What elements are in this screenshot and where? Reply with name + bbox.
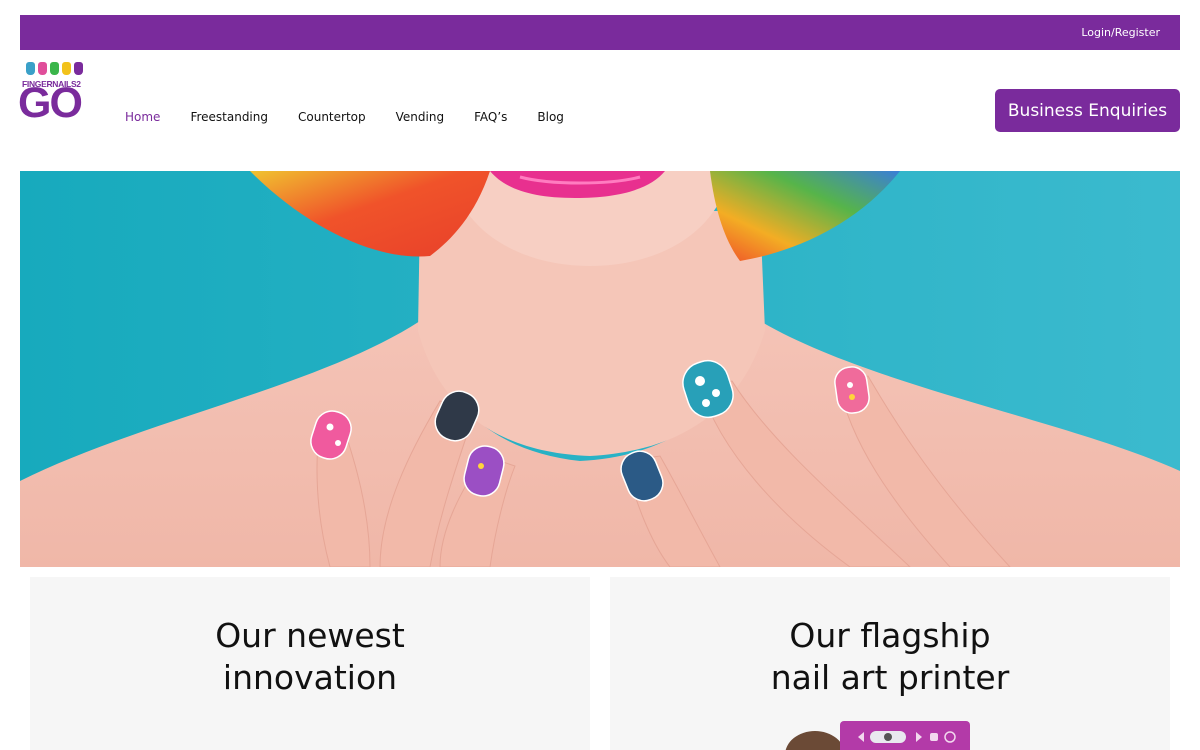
card-title: Our flagship nail art printer bbox=[610, 615, 1170, 699]
nav-item-faqs[interactable]: FAQ’s bbox=[474, 110, 507, 124]
business-enquiries-button[interactable]: Business Enquiries bbox=[995, 89, 1180, 132]
logo-nail-tiles bbox=[26, 62, 83, 75]
card-title-line1: Our newest bbox=[215, 616, 405, 655]
site-logo[interactable]: FINGERNAILS2 GO bbox=[18, 60, 90, 130]
card-flagship-printer[interactable]: Our flagship nail art printer bbox=[610, 577, 1170, 750]
hero-image bbox=[20, 171, 1180, 567]
main-nav: Home Freestanding Countertop Vending FAQ… bbox=[125, 110, 594, 124]
hero-illustration bbox=[20, 171, 1180, 567]
nav-item-freestanding[interactable]: Freestanding bbox=[190, 110, 268, 124]
nav-item-countertop[interactable]: Countertop bbox=[298, 110, 366, 124]
nav-item-blog[interactable]: Blog bbox=[537, 110, 564, 124]
printer-image bbox=[785, 721, 970, 750]
card-title-line2: nail art printer bbox=[770, 658, 1010, 697]
card-title-line2: innovation bbox=[222, 658, 398, 697]
nav-item-vending[interactable]: Vending bbox=[396, 110, 444, 124]
card-newest-innovation[interactable]: Our newest innovation bbox=[30, 577, 590, 750]
card-title: Our newest innovation bbox=[30, 615, 590, 699]
card-title-line1: Our flagship bbox=[789, 616, 991, 655]
top-bar: Login/Register bbox=[20, 15, 1180, 50]
nav-item-home[interactable]: Home bbox=[125, 110, 160, 124]
logo-brand-big: GO bbox=[18, 79, 83, 127]
login-register-link[interactable]: Login/Register bbox=[1081, 26, 1160, 39]
